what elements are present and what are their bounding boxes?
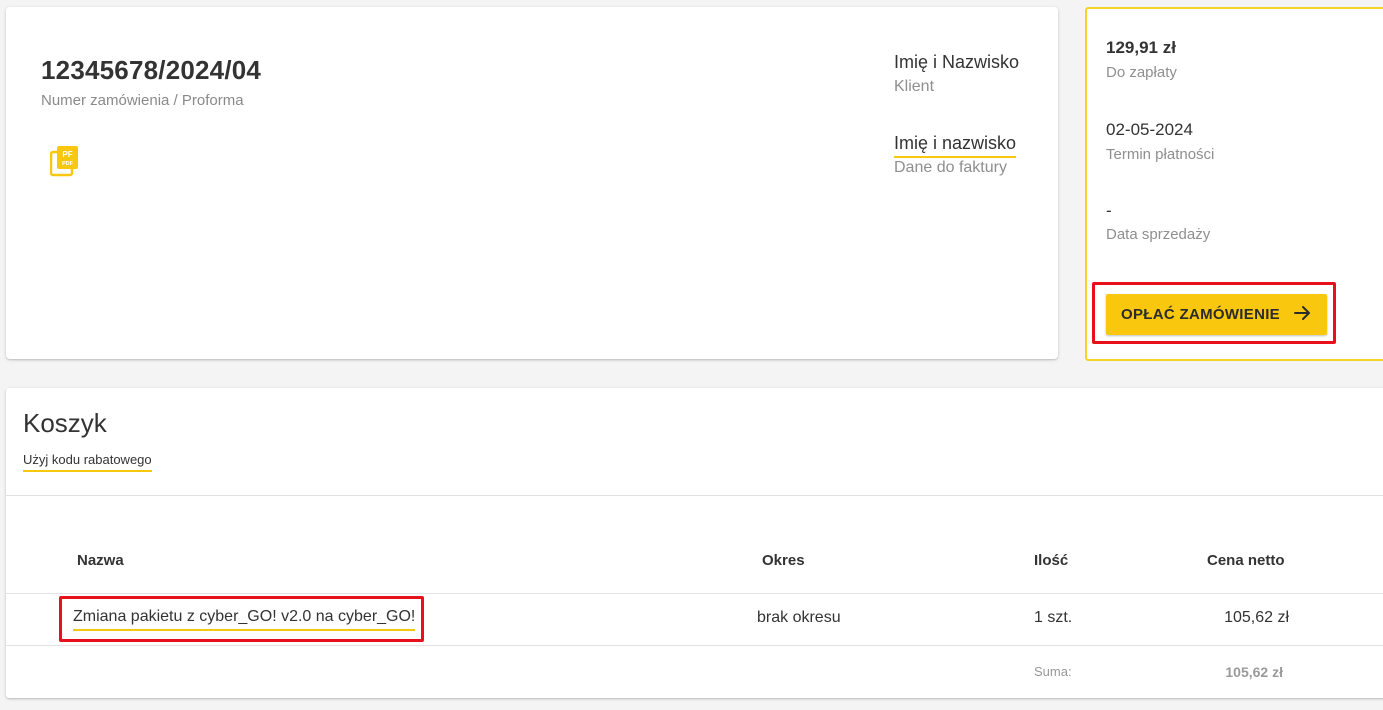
sum-label: Suma: <box>1034 664 1072 679</box>
order-card: 12345678/2024/04 Numer zamówienia / Prof… <box>6 7 1058 359</box>
invoice-data-link[interactable]: Imię i nazwisko <box>894 133 1017 158</box>
order-number-label: Numer zamówienia / Proforma <box>41 92 244 109</box>
client-name: Imię i Nazwisko <box>894 52 1020 72</box>
due-date: 02-05-2024 <box>1106 120 1193 139</box>
sale-date: - <box>1106 201 1112 220</box>
due-date-label: Termin płatności <box>1106 146 1215 163</box>
discount-code-link[interactable]: Użyj kodu rabatowego <box>23 452 152 472</box>
order-number: 12345678/2024/04 <box>41 55 262 85</box>
sum-value: 105,62 zł <box>1225 664 1283 680</box>
column-header-net-price: Cena netto <box>1207 552 1285 569</box>
product-period: brak okresu <box>757 609 841 626</box>
cart-title: Koszyk <box>23 408 107 438</box>
product-quantity: 1 szt. <box>1034 609 1073 626</box>
product-name-link[interactable]: Zmiana pakietu z cyber_GO! v2.0 na cyber… <box>73 608 416 631</box>
pay-order-button[interactable]: OPŁAĆ ZAMÓWIENIE <box>1106 294 1327 335</box>
column-header-quantity: Ilość <box>1034 552 1069 569</box>
row-divider <box>6 645 1383 646</box>
row-divider <box>6 593 1383 594</box>
amount-due-label: Do zapłaty <box>1106 64 1177 81</box>
sale-date-label: Data sprzedaży <box>1106 226 1211 243</box>
payment-card: 129,91 zł Do zapłaty 02-05-2024 Termin p… <box>1085 7 1383 361</box>
client-label: Klient <box>894 78 935 95</box>
cart-card: Koszyk Użyj kodu rabatowego Nazwa Okres … <box>6 388 1383 698</box>
svg-text:PDF: PDF <box>62 161 74 167</box>
arrow-right-icon <box>1293 305 1312 325</box>
svg-text:PF: PF <box>62 150 72 159</box>
pdf-document-icon[interactable]: PF PDF <box>49 145 80 177</box>
invoice-data-label: Dane do faktury <box>894 159 1007 176</box>
column-header-period: Okres <box>762 552 805 569</box>
pay-order-button-label: OPŁAĆ ZAMÓWIENIE <box>1121 306 1280 323</box>
product-price: 105,62 zł <box>1224 609 1289 626</box>
amount-due: 129,91 zł <box>1106 38 1176 57</box>
column-header-name: Nazwa <box>77 552 124 569</box>
divider <box>6 495 1383 496</box>
